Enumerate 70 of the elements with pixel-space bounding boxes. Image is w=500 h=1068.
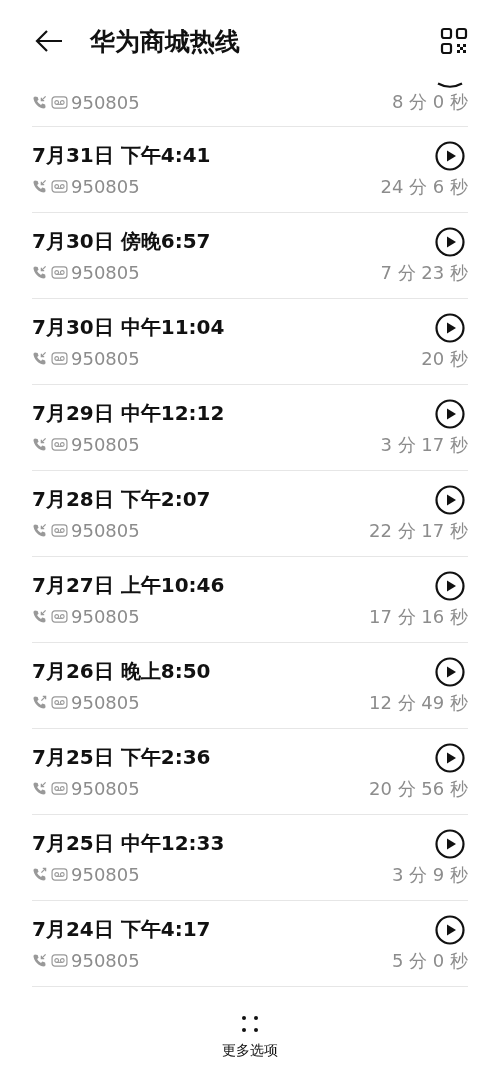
play-icon[interactable] — [435, 226, 465, 257]
phone-number: 950805 — [71, 262, 141, 283]
voicemail-icon — [51, 352, 68, 365]
phone-number: 950805 — [71, 91, 141, 113]
phone-number: 950805 — [71, 950, 141, 971]
call-date: 7月26日 晚上8:50 — [32, 658, 211, 685]
play-icon[interactable] — [435, 570, 465, 601]
voicemail-icon — [51, 95, 68, 109]
play-icon[interactable] — [435, 82, 465, 88]
phone-number: 950805 — [71, 348, 141, 369]
incoming-call-icon — [32, 523, 47, 538]
play-icon[interactable] — [435, 742, 465, 773]
incoming-call-icon — [32, 351, 47, 366]
play-icon[interactable] — [435, 398, 465, 429]
call-date: 7月25日 中午12:33 — [32, 830, 225, 857]
call-duration: 22 分 17 秒 — [369, 518, 468, 543]
call-duration: 5 分 0 秒 — [391, 948, 468, 973]
more-options-button[interactable]: 更多选项 — [222, 1014, 278, 1060]
voicemail-icon — [51, 438, 68, 451]
call-date: 7月31日 下午4:41 — [32, 142, 211, 169]
incoming-call-icon — [32, 781, 47, 796]
call-date: 7月30日 傍晚6:57 — [32, 228, 211, 255]
play-icon[interactable] — [435, 484, 465, 515]
call-duration: 20 分 56 秒 — [369, 776, 468, 801]
voicemail-icon — [51, 180, 68, 193]
voicemail-icon — [51, 782, 68, 795]
page-title: 华为商城热线 — [90, 25, 241, 58]
incoming-call-icon — [32, 609, 47, 624]
call-duration: 24 分 6 秒 — [380, 174, 468, 199]
call-date: 7月28日 下午2:07 — [32, 486, 211, 513]
voicemail-icon — [51, 868, 68, 881]
play-icon[interactable] — [435, 828, 465, 859]
phone-number: 950805 — [71, 606, 141, 627]
incoming-call-icon — [32, 94, 47, 110]
voicemail-icon — [51, 266, 68, 279]
outgoing-call-icon — [32, 695, 47, 710]
voicemail-icon — [51, 610, 68, 623]
phone-number: 950805 — [71, 692, 141, 713]
voicemail-icon — [51, 954, 68, 967]
call-duration: 3 分 9 秒 — [391, 862, 468, 887]
more-icon — [240, 1014, 260, 1034]
call-date: 7月29日 中午12:12 — [32, 400, 225, 427]
call-date: 7月27日 上午10:46 — [32, 572, 225, 599]
call-date: 7月25日 下午2:36 — [32, 744, 211, 771]
back-icon[interactable] — [34, 29, 64, 53]
call-date: 7月30日 中午11:04 — [32, 314, 225, 341]
call-duration: 7 分 23 秒 — [380, 260, 468, 285]
call-duration: 3 分 17 秒 — [380, 432, 468, 457]
outgoing-call-icon — [32, 867, 47, 882]
qr-code-icon[interactable] — [440, 27, 468, 55]
play-icon[interactable] — [435, 140, 465, 171]
incoming-call-icon — [32, 179, 47, 194]
call-duration: 17 分 16 秒 — [369, 604, 468, 629]
play-icon[interactable] — [435, 914, 465, 945]
phone-number: 950805 — [71, 520, 141, 541]
voicemail-icon — [51, 524, 68, 537]
incoming-call-icon — [32, 953, 47, 968]
call-duration: 12 分 49 秒 — [369, 690, 468, 715]
voicemail-icon — [51, 696, 68, 709]
call-duration: 8 分 0 秒 — [391, 90, 468, 114]
incoming-call-icon — [32, 437, 47, 452]
phone-number: 950805 — [71, 434, 141, 455]
incoming-call-icon — [32, 265, 47, 280]
play-icon[interactable] — [435, 312, 465, 343]
phone-number: 950805 — [71, 176, 141, 197]
call-date: 7月24日 下午4:17 — [32, 916, 211, 943]
phone-number: 950805 — [71, 778, 141, 799]
phone-number: 950805 — [71, 864, 141, 885]
call-duration: 20 秒 — [421, 346, 468, 371]
play-icon[interactable] — [435, 656, 465, 687]
